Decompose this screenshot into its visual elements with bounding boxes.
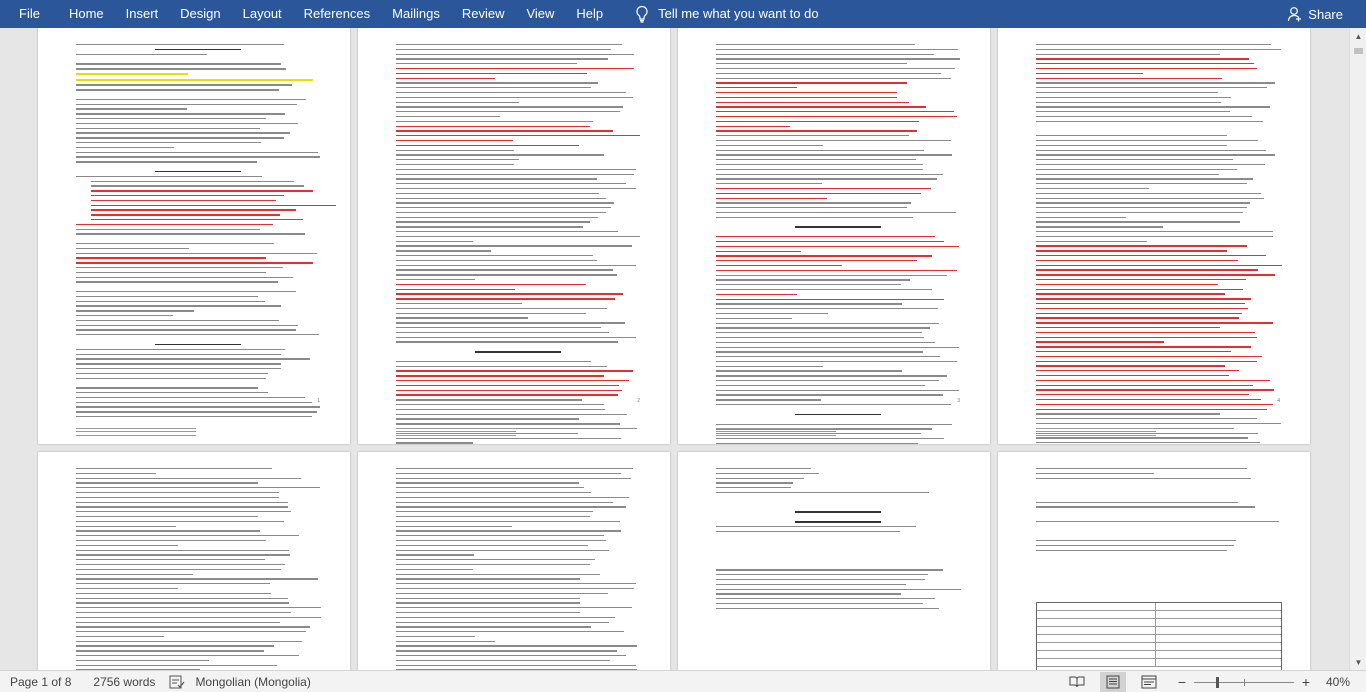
page-3-thumbnail[interactable]: 3 [678,28,990,444]
scroll-up-icon[interactable]: ▲ [1350,28,1366,44]
page-2-thumbnail[interactable]: 2 [358,28,670,444]
zoom-in-icon[interactable]: + [1300,674,1312,690]
person-icon [1288,7,1302,22]
page-1-thumbnail[interactable]: 1 [38,28,350,444]
status-bar: Page 1 of 8 2756 words Mongolian (Mongol… [0,670,1366,692]
tab-review[interactable]: Review [451,0,516,28]
tab-insert[interactable]: Insert [115,0,170,28]
page-5-text-lines [76,468,322,670]
page-4-text-lines [1036,44,1282,444]
tab-layout[interactable]: Layout [232,0,293,28]
zoom-out-icon[interactable]: − [1176,674,1188,690]
page-number: 2 [637,398,640,404]
share-label: Share [1308,6,1343,22]
vertical-scrollbar[interactable]: ▲ ▼ [1349,28,1366,670]
page-footer [716,427,836,439]
word-count[interactable]: 2756 words [93,675,155,689]
page-6-thumbnail[interactable] [358,452,670,670]
web-layout-icon[interactable] [1136,672,1162,692]
tab-mailings[interactable]: Mailings [381,0,451,28]
ribbon-tab-bar: File Home Insert Design Layout Reference… [0,0,1366,28]
lightbulb-icon [636,5,648,23]
read-mode-icon[interactable] [1064,672,1090,692]
document-area[interactable]: 1 2 3 4 [0,28,1366,670]
page-footer [396,427,516,439]
page-4-thumbnail[interactable]: 4 [998,28,1310,444]
page-1-text-lines [76,44,336,421]
page-5-thumbnail[interactable] [38,452,350,670]
zoom-track[interactable] [1194,676,1294,688]
page-count[interactable]: Page 1 of 8 [10,675,71,689]
print-layout-icon[interactable] [1100,672,1126,692]
proofing-icon[interactable] [169,675,185,689]
tab-view[interactable]: View [515,0,565,28]
share-button[interactable]: Share [1287,0,1343,28]
tell-me-box[interactable]: Tell me what you want to do [624,0,829,28]
language-indicator[interactable]: Mongolian (Mongolia) [195,675,310,689]
page-footer [76,427,196,439]
tab-home[interactable]: Home [58,0,115,28]
tab-references[interactable]: References [293,0,381,28]
tab-file[interactable]: File [0,0,58,28]
tab-design[interactable]: Design [169,0,231,28]
tell-me-label: Tell me what you want to do [658,6,819,21]
page-8-thumbnail[interactable] [998,452,1310,670]
zoom-knob[interactable] [1216,676,1219,688]
scroll-thumb[interactable] [1354,48,1363,54]
page-8-text-lines [1036,468,1282,554]
signature-table [1036,602,1282,670]
scroll-down-icon[interactable]: ▼ [1350,654,1366,670]
tab-help[interactable]: Help [565,0,614,28]
zoom-slider[interactable]: − + 40% [1176,674,1356,690]
page-number: 4 [1277,398,1280,404]
page-7-text-lines [716,468,962,613]
page-number: 1 [317,398,320,404]
page-footer [1036,427,1156,439]
page-2-text-lines [396,44,642,444]
zoom-percent[interactable]: 40% [1326,675,1356,689]
page-7-thumbnail[interactable] [678,452,990,670]
page-3-text-lines [716,44,962,444]
page-number: 3 [957,398,960,404]
page-6-text-lines [396,468,642,670]
